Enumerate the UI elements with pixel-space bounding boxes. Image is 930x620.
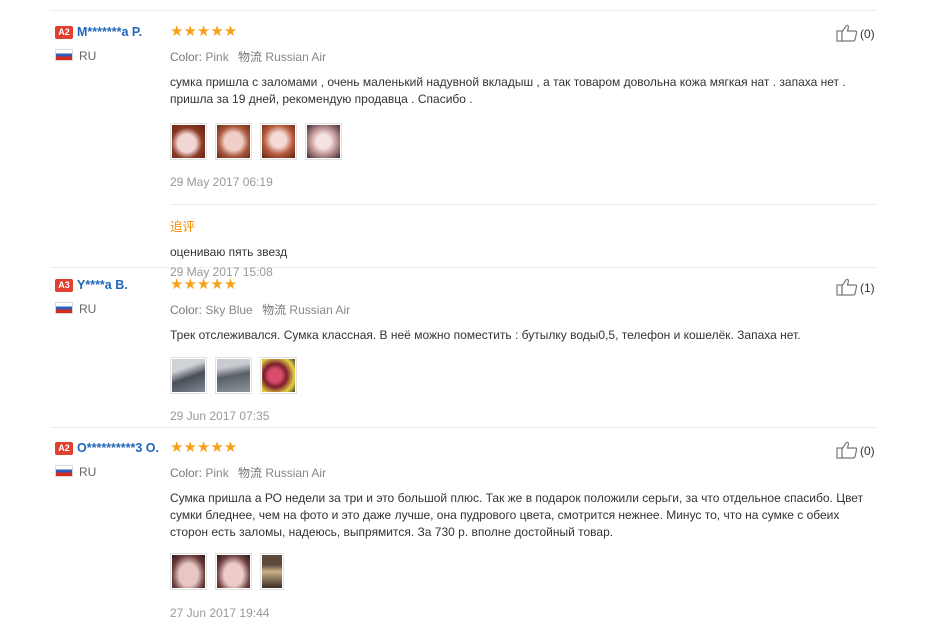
review-text: Сумка пришла а РО недели за три и это бо…: [170, 491, 864, 539]
reviewer-info: A3 Y****a B. RU: [55, 277, 165, 316]
reviewer-country: RU: [55, 302, 165, 316]
order-info: Color: Pink 物流 Russian Air: [170, 466, 327, 480]
review-photos: [170, 357, 876, 394]
color-value: Pink: [205, 50, 229, 64]
reviewer-country: RU: [55, 49, 165, 63]
review-content: ★★★★★ Color: Pink 物流 Russian Air сумка п…: [170, 24, 876, 279]
order-info: Color: Pink 物流 Russian Air: [170, 50, 327, 64]
divider: [50, 427, 876, 428]
reviewer-country: RU: [55, 465, 165, 479]
helpful-button[interactable]: (0): [836, 441, 875, 459]
shipping-value: Russian Air: [265, 466, 327, 480]
review-photos: [170, 553, 876, 590]
review-photo-thumbnail[interactable]: [215, 123, 252, 160]
top-divider: [50, 10, 876, 11]
review-photo-thumbnail[interactable]: [260, 553, 284, 590]
buyer-level-badge: A3: [55, 279, 73, 292]
shipping-value: Russian Air: [289, 303, 351, 317]
review-content: ★★★★★ Color: Pink 物流 Russian Air Сумка п…: [170, 440, 876, 620]
review-date: 29 May 2017 06:19: [170, 175, 273, 189]
color-value: Pink: [205, 466, 229, 480]
review-text: Трек отслеживался. Сумка классная. В неё…: [170, 328, 801, 342]
order-info: Color: Sky Blue 物流 Russian Air: [170, 303, 351, 317]
review-photos: [170, 123, 876, 160]
review-photo-thumbnail[interactable]: [260, 357, 297, 394]
review-photo-thumbnail[interactable]: [170, 123, 207, 160]
buyer-level-badge: A2: [55, 442, 73, 455]
thumbs-up-icon: [836, 441, 858, 459]
reviewer-info: A2 O**********3 O. RU: [55, 440, 165, 479]
star-rating: ★★★★★: [170, 276, 238, 293]
review-photo-thumbnail[interactable]: [260, 123, 297, 160]
review-date: 29 Jun 2017 07:35: [170, 409, 270, 423]
additional-feedback-label: 追评: [170, 220, 196, 234]
thumbs-up-icon: [836, 278, 858, 296]
review-photo-thumbnail[interactable]: [305, 123, 342, 160]
russia-flag-icon: [55, 49, 73, 61]
review-photo-thumbnail[interactable]: [170, 357, 207, 394]
review-photo-thumbnail[interactable]: [170, 553, 207, 590]
color-value: Sky Blue: [205, 303, 253, 317]
helpful-button[interactable]: (1): [836, 278, 875, 296]
review-photo-thumbnail[interactable]: [215, 357, 252, 394]
review-photo-thumbnail[interactable]: [215, 553, 252, 590]
russia-flag-icon: [55, 302, 73, 314]
review-content: ★★★★★ Color: Sky Blue 物流 Russian Air Тре…: [170, 277, 876, 423]
thumbs-up-icon: [836, 24, 858, 42]
reviewer-name[interactable]: M*******a P.: [77, 25, 142, 39]
russia-flag-icon: [55, 465, 73, 477]
star-rating: ★★★★★: [170, 439, 238, 456]
additional-feedback-text: оцениваю пять звезд: [170, 245, 288, 259]
star-rating: ★★★★★: [170, 23, 238, 40]
reviewer-name[interactable]: Y****a B.: [77, 278, 128, 292]
append-divider: [170, 204, 876, 205]
review-text: сумка пришла с заломами , очень маленьки…: [170, 75, 846, 106]
helpful-count: (1): [860, 281, 875, 295]
buyer-level-badge: A2: [55, 26, 73, 39]
reviewer-info: A2 M*******a P. RU: [55, 24, 165, 63]
helpful-count: (0): [860, 444, 875, 458]
reviewer-name[interactable]: O**********3 O.: [77, 441, 159, 455]
helpful-count: (0): [860, 27, 875, 41]
shipping-value: Russian Air: [265, 50, 327, 64]
helpful-button[interactable]: (0): [836, 24, 875, 42]
